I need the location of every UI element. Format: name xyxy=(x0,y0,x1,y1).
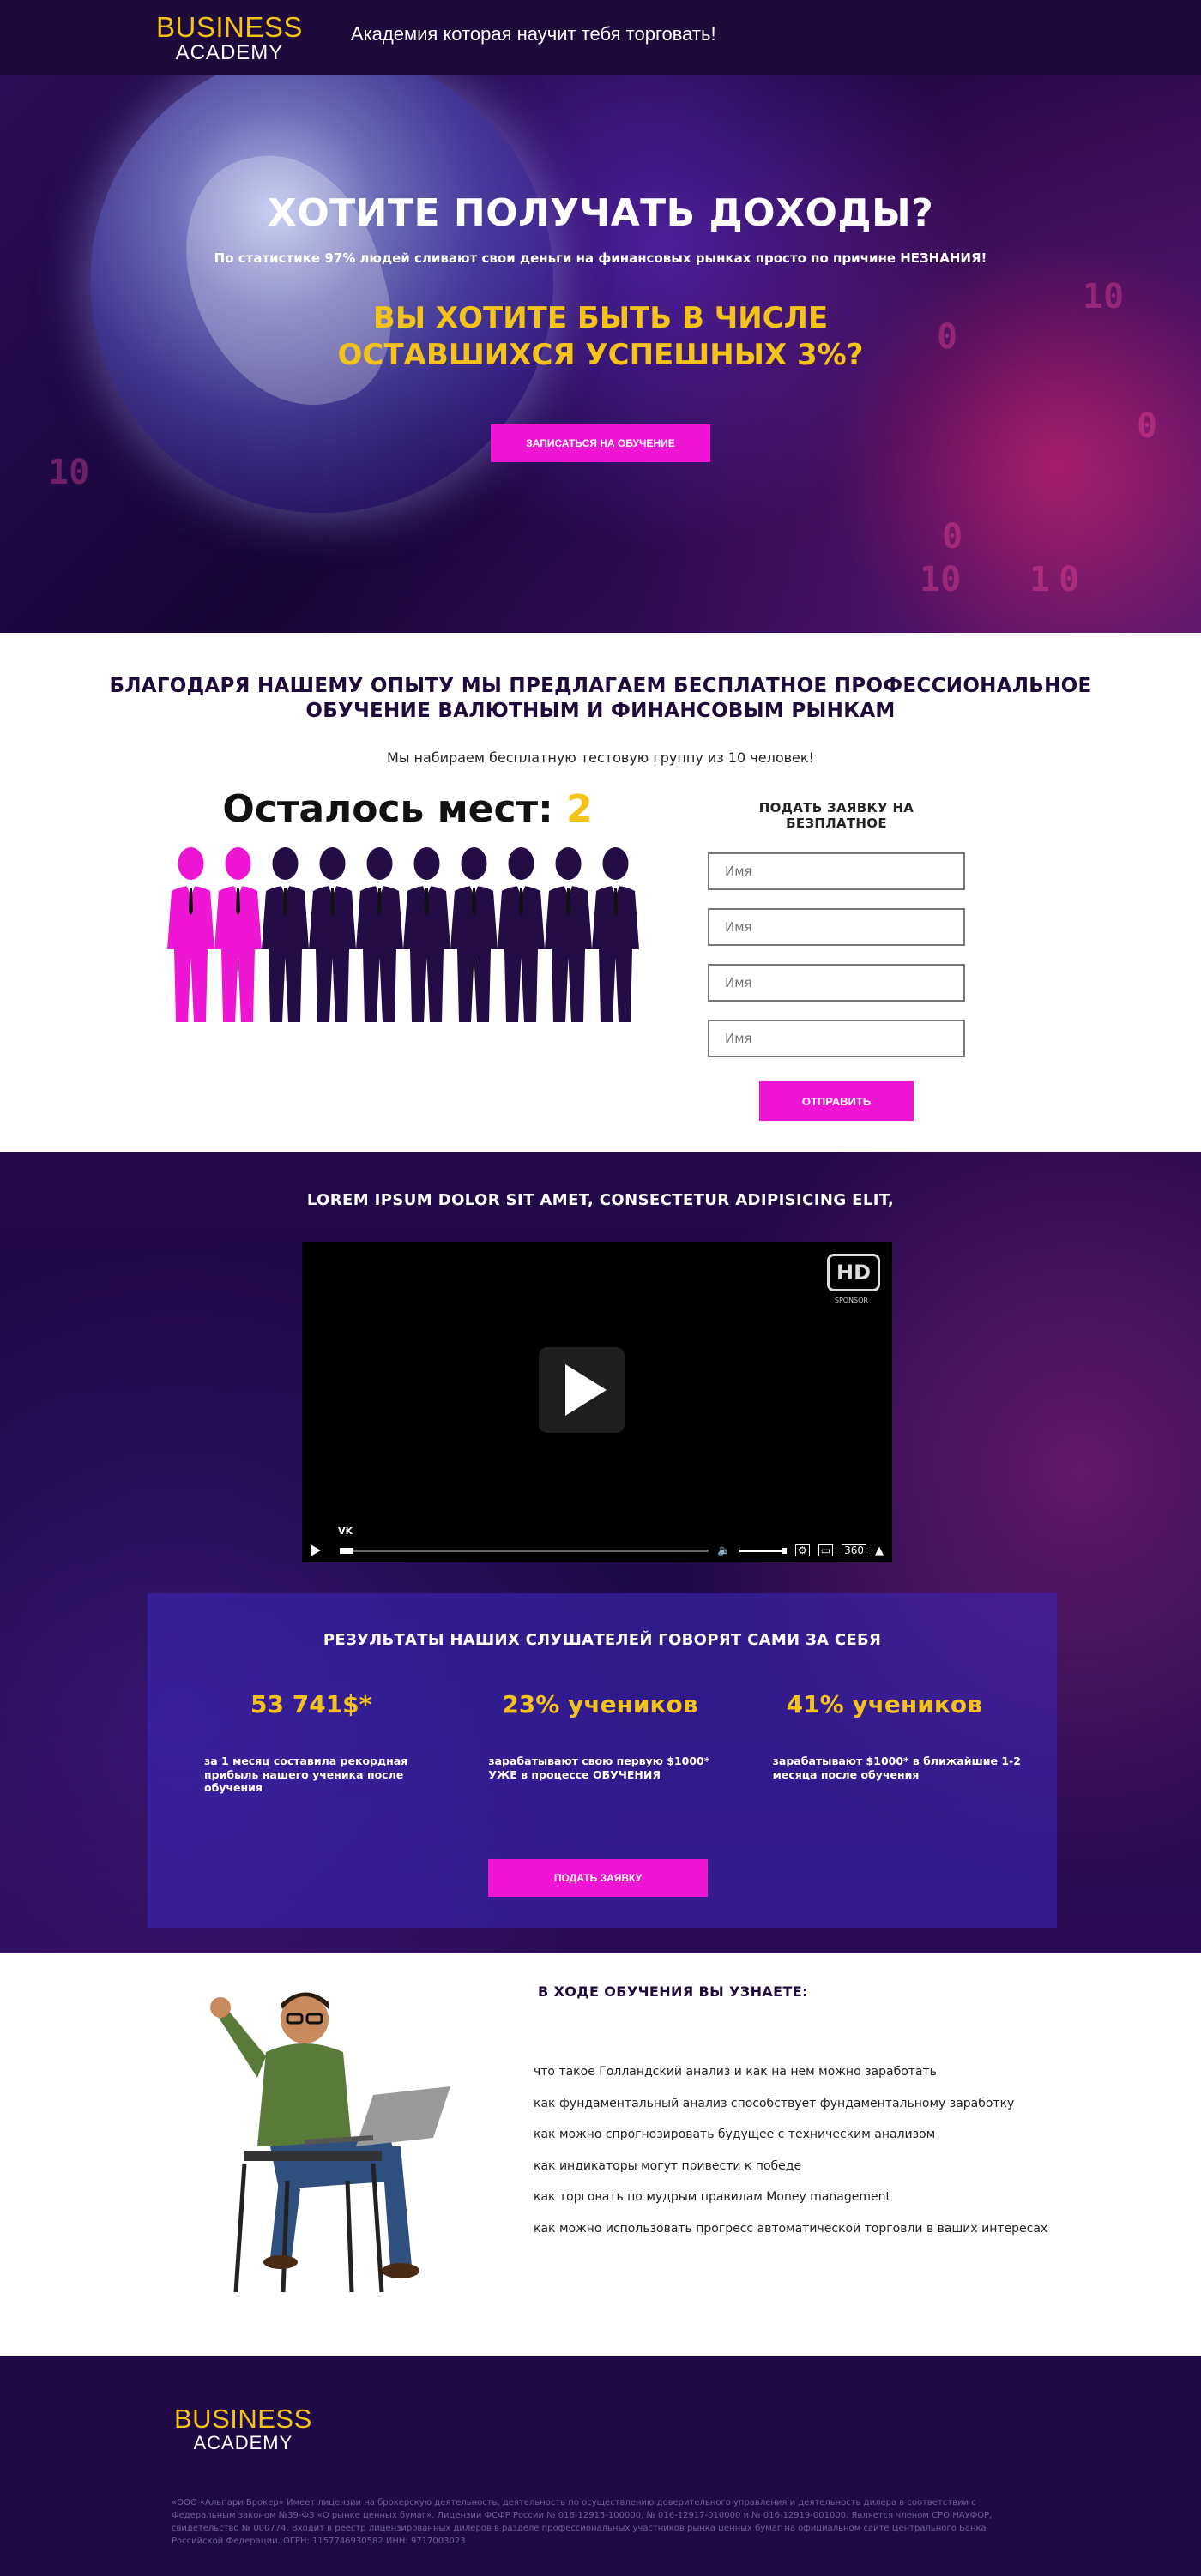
hero-section: 10 0 10 0 0 10 1 0 ХОТИТЕ ПОЛУЧАТЬ ДОХОД… xyxy=(0,75,1201,633)
sponsor-label: SPONSOR xyxy=(834,1297,868,1304)
offer-title-line: БЛАГОДАРЯ НАШЕМУ ОПЫТУ МЫ ПРЕДЛАГАЕМ БЕС… xyxy=(109,675,1092,697)
offer-subtitle: Мы набираем бесплатную тестовую группу и… xyxy=(387,749,814,766)
resolution-icon[interactable]: 360 xyxy=(842,1544,866,1556)
person-free-icon xyxy=(167,847,214,1022)
play-icon[interactable] xyxy=(311,1544,321,1556)
apply-button[interactable]: ПОДАТЬ ЗАЯВКУ xyxy=(488,1859,708,1897)
video-player[interactable]: HD SPONSOR VK 🔈 ⚙ ▭ 360 ▲ xyxy=(302,1242,892,1562)
result-text: зарабатывают свою первую $1000* УЖЕ в пр… xyxy=(488,1754,710,1781)
hd-badge: HD xyxy=(827,1254,880,1291)
hero-bg-digit: 0 xyxy=(942,517,963,557)
logo-top-text: BUSINESS xyxy=(156,10,303,43)
logo-bottom-text: ACADEMY xyxy=(175,40,284,64)
learn-item: как фундаментальный анализ способствует … xyxy=(534,2096,1015,2110)
person-taken-icon xyxy=(450,847,498,1022)
offer-section: БЛАГОДАРЯ НАШЕМУ ОПЫТУ МЫ ПРЕДЛАГАЕМ БЕС… xyxy=(0,633,1201,1152)
settings-icon[interactable]: ⚙ xyxy=(794,1544,810,1556)
name-field[interactable] xyxy=(708,1020,965,1057)
footer-logo[interactable]: BUSINESS ACADEMY xyxy=(174,2405,312,2453)
person-taken-icon xyxy=(498,847,545,1022)
submit-button[interactable]: ОТПРАВИТЬ xyxy=(759,1081,914,1121)
hero-bg-digit: 1 xyxy=(1029,560,1051,599)
person-free-icon xyxy=(214,847,262,1022)
learn-list: что такое Голландский анализ и как на не… xyxy=(534,2065,1047,2253)
form-title: ПОДАТЬ ЗАЯВКУ НА БЕЗПЛАТНОЕ xyxy=(758,800,914,831)
hero-subtitle: ВЫ ХОТИТЕ БЫТЬ В ЧИСЛЕ ОСТАВШИХСЯ УСПЕШН… xyxy=(337,301,864,372)
play-icon xyxy=(565,1364,607,1416)
person-taken-icon xyxy=(262,847,309,1022)
vk-logo: VK xyxy=(338,1526,353,1537)
results-panel: РЕЗУЛЬТАТЫ НАШИХ СЛУШАТЕЛЕЙ ГОВОРЯТ САМИ… xyxy=(148,1593,1057,1928)
person-taken-icon xyxy=(403,847,450,1022)
seats-label: Осталось мест: xyxy=(222,787,553,831)
speaker-icon[interactable]: 🔈 xyxy=(717,1544,731,1557)
learn-section: В ХОДЕ ОБУЧЕНИЯ ВЫ УЗНАЕТЕ: что такое Го… xyxy=(0,1953,1201,2356)
results-row: 53 741$* за 1 месяц составила рекордная … xyxy=(148,1690,1057,1795)
video-results-section: LOREM IPSUM DOLOR SIT AMET, CONSECTETUR … xyxy=(0,1152,1201,1953)
result-text: зарабатывают $1000* в ближайшие 1-2 меся… xyxy=(772,1754,1021,1781)
hero-bg-digit: 10 xyxy=(920,560,962,599)
legal-text: «ООО «Альпари Брокер» Имеет лицензии на … xyxy=(172,2498,993,2546)
learn-title: В ХОДЕ ОБУЧЕНИЯ ВЫ УЗНАЕТЕ: xyxy=(538,1983,808,2000)
name-field[interactable] xyxy=(708,908,965,946)
person-taken-icon xyxy=(545,847,592,1022)
result-item: 53 741$* за 1 месяц составила рекордная … xyxy=(204,1690,488,1795)
learn-item: как можно спрогнозировать будущее с техн… xyxy=(534,2128,936,2141)
hero-title: ХОТИТЕ ПОЛУЧАТЬ ДОХОДЫ? xyxy=(267,191,934,235)
volume-slider[interactable] xyxy=(739,1547,787,1554)
expand-icon[interactable]: ▲ xyxy=(875,1544,884,1557)
site-header: BUSINESS ACADEMY Академия которая научит… xyxy=(0,0,1201,75)
people-graphic xyxy=(167,846,648,1022)
hero-content: ХОТИТЕ ПОЛУЧАТЬ ДОХОДЫ? По статистике 97… xyxy=(0,75,1201,462)
result-value: 41% учеников xyxy=(786,1690,982,1718)
result-text: за 1 месяц составила рекордная прибыль н… xyxy=(204,1754,408,1795)
signup-button[interactable]: ЗАПИСАТЬСЯ НА ОБУЧЕНИЕ xyxy=(491,424,710,462)
learn-item: как торговать по мудрым правилам Money m… xyxy=(534,2190,890,2204)
hero-bg-digit: 0 xyxy=(1059,560,1080,599)
name-field[interactable] xyxy=(708,852,965,890)
results-title: РЕЗУЛЬТАТЫ НАШИХ СЛУШАТЕЛЕЙ ГОВОРЯТ САМИ… xyxy=(323,1631,882,1649)
seats-left: 2 xyxy=(566,787,593,831)
seats-counter: Осталось мест: 2 xyxy=(167,787,648,831)
hero-stat: По статистике 97% людей сливают свои ден… xyxy=(214,250,987,266)
learn-item: что такое Голландский анализ и как на не… xyxy=(534,2065,937,2079)
logo[interactable]: BUSINESS ACADEMY xyxy=(156,13,303,63)
window-icon[interactable]: ▭ xyxy=(818,1544,834,1556)
name-field[interactable] xyxy=(708,964,965,1002)
logo-bottom-text: ACADEMY xyxy=(193,2432,293,2453)
person-taken-icon xyxy=(592,847,639,1022)
play-button[interactable] xyxy=(539,1347,625,1433)
learn-item: как можно использовать прогресс автомати… xyxy=(534,2221,1048,2236)
offer-title: БЛАГОДАРЯ НАШЕМУ ОПЫТУ МЫ ПРЕДЛАГАЕМ БЕС… xyxy=(0,633,1201,724)
result-item: 23% учеников зарабатывают свою первую $1… xyxy=(488,1690,772,1795)
learn-item: как индикаторы могут привести к победе xyxy=(534,2158,802,2173)
student-image xyxy=(210,1992,450,2293)
result-value: 53 741$* xyxy=(250,1690,372,1718)
site-footer: BUSINESS ACADEMY «ООО «Альпари Брокер» И… xyxy=(0,2356,1201,2576)
person-taken-icon xyxy=(309,847,356,1022)
offer-title-line: ОБУЧЕНИЕ ВАЛЮТНЫМ И ФИНАНСОВЫМ РЫНКАМ xyxy=(305,699,896,722)
header-tagline: Академия которая научит тебя торговать! xyxy=(350,23,716,45)
result-item: 41% учеников зарабатывают $1000* в ближа… xyxy=(773,1690,1057,1795)
application-form: ПОДАТЬ ЗАЯВКУ НА БЕЗПЛАТНОЕ ОТПРАВИТЬ xyxy=(708,800,965,1121)
result-value: 23% учеников xyxy=(502,1690,698,1718)
seats-block: Осталось мест: 2 xyxy=(167,787,648,1022)
video-title: LOREM IPSUM DOLOR SIT AMET, CONSECTETUR … xyxy=(306,1191,895,1209)
logo-top-text: BUSINESS xyxy=(174,2404,312,2434)
person-taken-icon xyxy=(356,847,403,1022)
video-controls: 🔈 ⚙ ▭ 360 ▲ xyxy=(302,1538,892,1562)
progress-bar[interactable] xyxy=(340,1547,709,1554)
